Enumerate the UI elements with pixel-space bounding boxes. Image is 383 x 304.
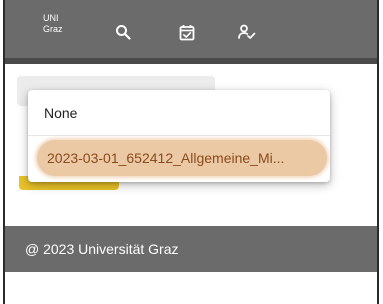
search-icon[interactable] <box>113 22 133 42</box>
person-check-icon[interactable] <box>237 22 257 42</box>
page-bottom <box>5 272 377 304</box>
calendar-check-icon[interactable] <box>177 22 197 42</box>
footer-copyright: @ 2023 Universität Graz <box>25 241 179 257</box>
logo-line-2: Graz <box>43 24 63 34</box>
top-navigation-bar: UNI Graz <box>5 0 377 64</box>
footer: @ 2023 Universität Graz <box>5 226 377 272</box>
app-window: UNI Graz None 2023-03-01_652412_Allgemei… <box>3 0 379 304</box>
logo-line-1: UNI <box>43 13 59 23</box>
dropdown-option-selected[interactable]: 2023-03-01_652412_Allgemeine_Mi... <box>37 140 327 176</box>
file-select-dropdown: None 2023-03-01_652412_Allgemeine_Mi... <box>28 90 330 182</box>
dropdown-option-none[interactable]: None <box>28 90 330 136</box>
uni-graz-logo[interactable]: UNI Graz <box>43 13 67 35</box>
